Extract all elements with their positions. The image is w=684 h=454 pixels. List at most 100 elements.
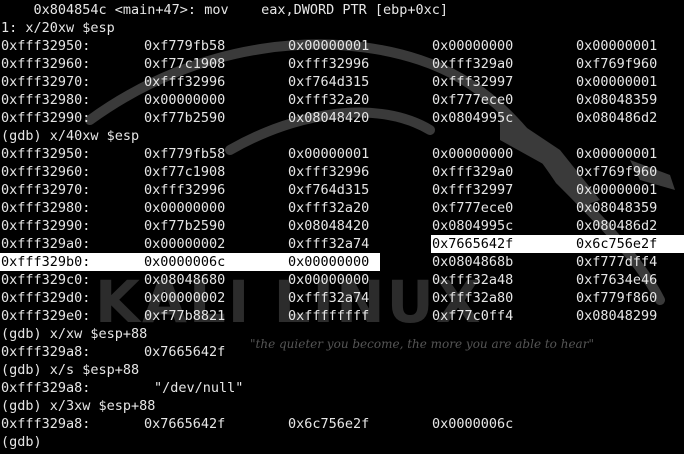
memory-row: 0xfff329a0: 0x00000002 0xfff32a74 0x7665… bbox=[1, 235, 684, 253]
memory-word: 0xf77b2590 bbox=[144, 218, 226, 234]
memory-word: 0xf764d315 bbox=[288, 182, 370, 198]
memory-word: 0x08048299 bbox=[576, 308, 658, 324]
memory-address: 0xfff32990: bbox=[1, 110, 91, 126]
memory-row: 0xfff32950: 0xf779fb58 0x00000001 0x0000… bbox=[1, 37, 684, 55]
memory-word: 0xf77c0ff4 bbox=[432, 308, 514, 324]
gdb-command-text: (gdb) x/40xw $esp bbox=[1, 128, 140, 144]
memory-word: 0x0000006c bbox=[432, 416, 514, 432]
memory-word: 0xf7634e46 bbox=[576, 272, 658, 288]
terminal-screen: 0x804854c <main+47>: mov eax,DWORD PTR [… bbox=[0, 1, 684, 451]
memory-address: 0xfff32980: bbox=[1, 92, 91, 108]
gdb-command-line: (gdb) x/xw $esp+88 bbox=[1, 325, 684, 343]
memory-word: 0xfff32a80 bbox=[432, 290, 514, 306]
memory-word: 0x080486d2 bbox=[576, 110, 658, 126]
gdb-command-text: (gdb) x/xw $esp+88 bbox=[1, 326, 148, 342]
memory-word-selected[interactable]: 0x7665642f bbox=[432, 235, 514, 253]
memory-word: 0xfff329a0 bbox=[432, 56, 514, 72]
memory-word: 0xf769f960 bbox=[576, 56, 658, 72]
memory-address: 0xfff32970: bbox=[1, 74, 91, 90]
memory-address: 0xfff329a0: bbox=[1, 236, 91, 252]
gdb-command-line: (gdb) x/40xw $esp bbox=[1, 127, 684, 145]
memory-word: 0xf77b2590 bbox=[144, 110, 226, 126]
memory-address: 0xfff329a8: bbox=[1, 344, 91, 360]
memory-word: 0x00000001 bbox=[576, 182, 658, 198]
memory-string-row: 0xfff329a8: "/dev/null" bbox=[1, 379, 684, 397]
memory-address: 0xfff32960: bbox=[1, 56, 91, 72]
memory-word: 0x080486d2 bbox=[576, 218, 658, 234]
memory-address: 0xfff32980: bbox=[1, 200, 91, 216]
memory-word-selected[interactable]: 0x0000006c bbox=[144, 253, 226, 271]
memory-word: 0x00000000 bbox=[288, 272, 370, 288]
memory-word: 0xf777dff4 bbox=[576, 254, 658, 270]
terminal-window[interactable]: KALI LINUX "the quieter you become, the … bbox=[0, 0, 684, 454]
memory-row: 0xfff32980: 0x00000000 0xfff32a20 0xf777… bbox=[1, 91, 684, 109]
memory-address: 0xfff329e0: bbox=[1, 308, 91, 324]
memory-word: 0x08048359 bbox=[576, 92, 658, 108]
memory-row: 0xfff32960: 0xf77c1908 0xfff32996 0xfff3… bbox=[1, 163, 684, 181]
memory-word: 0xfff32a20 bbox=[288, 200, 370, 216]
memory-word: 0x08048680 bbox=[144, 272, 226, 288]
gdb-command-text: (gdb) x/s $esp+88 bbox=[1, 362, 140, 378]
memory-row: 0xfff329e0: 0xf77b8821 0xffffffff 0xf77c… bbox=[1, 307, 684, 325]
memory-address: 0xfff32960: bbox=[1, 164, 91, 180]
memory-word: 0x00000001 bbox=[288, 38, 370, 54]
memory-row: 0xfff329c0: 0x08048680 0x00000000 0xfff3… bbox=[1, 271, 684, 289]
memory-word: 0x08048359 bbox=[576, 200, 658, 216]
memory-row: 0xfff329b0: 0x0000006c 0x00000000 0x0804… bbox=[0, 253, 684, 271]
disassembly-line: 0x804854c <main+47>: mov eax,DWORD PTR [… bbox=[1, 1, 684, 19]
memory-row: 0xfff329d0: 0x00000002 0xfff32a74 0xfff3… bbox=[1, 289, 684, 307]
memory-row: 0xfff32990: 0xf77b2590 0x08048420 0x0804… bbox=[1, 217, 684, 235]
disassembly-text: 0x804854c <main+47>: mov eax,DWORD PTR [… bbox=[1, 2, 449, 18]
memory-address: 0xfff329c0: bbox=[1, 272, 91, 288]
gdb-command-line: (gdb) x/3xw $esp+88 bbox=[1, 397, 684, 415]
memory-word: 0xfff32996 bbox=[144, 74, 226, 90]
gdb-command-line: (gdb) x/s $esp+88 bbox=[1, 361, 684, 379]
gdb-prompt[interactable]: (gdb) bbox=[1, 433, 50, 451]
memory-string: "/dev/null" bbox=[154, 380, 244, 396]
memory-word: 0xf779fb58 bbox=[144, 146, 226, 162]
memory-word: 0xf77c1908 bbox=[144, 56, 226, 72]
memory-word: 0xf779fb58 bbox=[144, 38, 226, 54]
memory-row: 0xfff32970: 0xfff32996 0xf764d315 0xfff3… bbox=[1, 181, 684, 199]
memory-word: 0x7665642f bbox=[144, 344, 226, 360]
memory-row: 0xfff32960: 0xf77c1908 0xfff32996 0xfff3… bbox=[1, 55, 684, 73]
memory-address: 0xfff32970: bbox=[1, 182, 91, 198]
memory-word: 0xfff32996 bbox=[144, 182, 226, 198]
memory-word: 0xfff32996 bbox=[288, 164, 370, 180]
memory-address: 0xfff32990: bbox=[1, 218, 91, 234]
memory-word: 0xf77c1908 bbox=[144, 164, 226, 180]
memory-word: 0x0804995c bbox=[432, 218, 514, 234]
display-expression-text: 1: x/20xw $esp bbox=[1, 20, 115, 36]
memory-word: 0x00000000 bbox=[144, 92, 226, 108]
memory-word: 0xf77b8821 bbox=[144, 308, 226, 324]
memory-word: 0xfff32997 bbox=[432, 74, 514, 90]
memory-word: 0x00000001 bbox=[288, 146, 370, 162]
memory-word: 0x0804868b bbox=[432, 254, 514, 270]
memory-row: 0xfff32980: 0x00000000 0xfff32a20 0xf777… bbox=[1, 199, 684, 217]
memory-address: 0xfff32950: bbox=[1, 38, 91, 54]
memory-address-selected[interactable]: 0xfff329b0: bbox=[1, 253, 91, 271]
memory-address: 0xfff329d0: bbox=[1, 290, 91, 306]
memory-word: 0xf777ece0 bbox=[432, 200, 514, 216]
gdb-command-text: (gdb) x/3xw $esp+88 bbox=[1, 398, 156, 414]
memory-word: 0x00000000 bbox=[432, 38, 514, 54]
memory-row: 0xfff32990: 0xf77b2590 0x08048420 0x0804… bbox=[1, 109, 684, 127]
memory-word: 0xffffffff bbox=[288, 308, 370, 324]
memory-word: 0x0804995c bbox=[432, 110, 514, 126]
memory-word-selected[interactable]: 0x6c756e2f bbox=[576, 235, 658, 253]
display-expression-line: 1: x/20xw $esp bbox=[1, 19, 684, 37]
memory-word-selected[interactable]: 0x00000000 bbox=[288, 253, 370, 271]
memory-word: 0xfff32a74 bbox=[288, 290, 370, 306]
memory-address: 0xfff329a8: bbox=[1, 416, 91, 432]
memory-word: 0x6c756e2f bbox=[288, 416, 370, 432]
memory-word: 0xfff32997 bbox=[432, 182, 514, 198]
memory-word: 0x00000001 bbox=[576, 74, 658, 90]
memory-word: 0xfff32a48 bbox=[432, 272, 514, 288]
memory-word: 0xfff32a74 bbox=[288, 236, 370, 252]
memory-word: 0xf779f860 bbox=[576, 290, 658, 306]
gdb-prompt-line[interactable]: (gdb) bbox=[1, 433, 684, 451]
memory-word: 0xfff32996 bbox=[288, 56, 370, 72]
memory-word: 0xfff32a20 bbox=[288, 92, 370, 108]
memory-word: 0xf777ece0 bbox=[432, 92, 514, 108]
memory-word: 0x08048420 bbox=[288, 110, 370, 126]
